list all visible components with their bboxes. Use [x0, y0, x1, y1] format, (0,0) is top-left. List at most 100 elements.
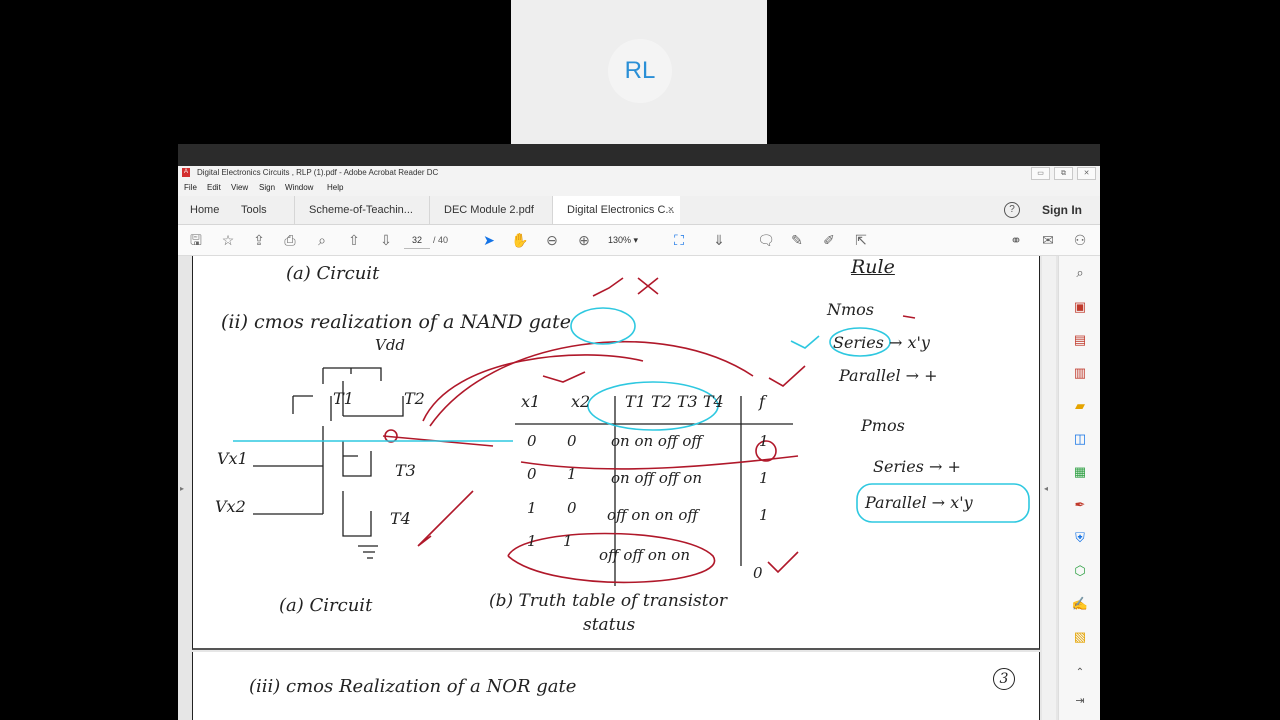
tt-header-x2: x2 — [571, 392, 591, 411]
page-up-icon[interactable]: ⇧ — [344, 231, 364, 249]
title-nand-realization: (ii) cmos realization of a NAND gate — [221, 311, 571, 333]
page-number-circle: 3 — [993, 668, 1015, 690]
tt-r4-x1: 1 — [527, 532, 537, 550]
tt-r2-x1: 0 — [527, 465, 537, 483]
share-top-bar — [178, 144, 1100, 166]
rule-nmos: Nmos — [827, 300, 875, 319]
tab-doc-scheme-label: Scheme-of-Teachin... — [309, 204, 413, 216]
caption-a-circuit: (a) Circuit — [279, 595, 373, 616]
caption-b-status: status — [583, 615, 636, 635]
link-icon[interactable]: ⚭ — [1006, 231, 1026, 249]
scroll-mode-icon[interactable]: ⇓ — [709, 231, 729, 249]
page-number-input[interactable]: 32 — [404, 232, 430, 249]
expand-pane-icon[interactable]: ⌃ — [1071, 664, 1089, 682]
menu-window[interactable]: Window — [285, 183, 313, 192]
tt-r3-x2: 0 — [567, 499, 577, 517]
menu-edit[interactable]: Edit — [207, 183, 221, 192]
zoom-in-icon[interactable]: ⊕ — [574, 231, 594, 249]
tab-close-icon[interactable]: × — [668, 196, 674, 224]
edit-pdf-icon[interactable]: ▥ — [1071, 364, 1089, 382]
tt-r2-x2: 1 — [567, 465, 577, 483]
more-tools-icon[interactable]: ▧ — [1071, 628, 1089, 646]
collapse-pane-icon[interactable]: ⇥ — [1071, 692, 1089, 710]
zoom-value: 130% — [608, 235, 632, 245]
heading-a-circuit: (a) Circuit — [286, 263, 380, 284]
menu-view[interactable]: View — [231, 183, 248, 192]
page-down-icon[interactable]: ⇩ — [376, 231, 396, 249]
rule-title: Rule — [851, 256, 895, 278]
tab-doc-dec-module-2[interactable]: DEC Module 2.pdf — [429, 196, 551, 224]
label-vdd: Vdd — [375, 336, 406, 354]
label-t3: T3 — [395, 461, 416, 480]
send-for-signature-icon[interactable]: ✍ — [1071, 595, 1089, 613]
tt-header-x1: x1 — [521, 392, 541, 411]
close-window-button[interactable]: ✕ — [1077, 167, 1096, 180]
email-icon[interactable]: ✉ — [1038, 231, 1058, 249]
maximize-button[interactable]: ⧉ — [1054, 167, 1073, 180]
label-t2: T2 — [404, 389, 425, 408]
combine-files-icon[interactable]: ◫ — [1071, 430, 1089, 448]
tab-doc-scheme[interactable]: Scheme-of-Teachin... — [294, 196, 422, 224]
search-icon[interactable]: ⌕ — [312, 231, 332, 249]
bookmark-star-icon[interactable]: ☆ — [218, 231, 238, 249]
label-t1: T1 — [333, 389, 354, 408]
tt-r3-f: 1 — [759, 506, 769, 524]
share-icon[interactable]: ⇱ — [851, 231, 871, 249]
save-icon[interactable]: 🖫 — [186, 231, 206, 249]
help-icon[interactable]: ? — [1004, 202, 1020, 218]
tt-r4-f: 0 — [753, 564, 763, 582]
print-icon[interactable]: ⎙ — [280, 231, 300, 249]
tt-r2-status: on off off on — [611, 469, 703, 487]
document-viewport[interactable]: (a) Circuit (ii) cmos realization of a N… — [178, 256, 1100, 720]
left-panel-toggle-icon[interactable]: ▸ — [180, 484, 184, 493]
optimize-icon[interactable]: ⬡ — [1071, 562, 1089, 580]
export-pdf-icon[interactable]: ▣ — [1071, 298, 1089, 316]
tt-r3-status: off on on off — [607, 506, 699, 524]
hand-icon[interactable]: ✋ — [510, 231, 530, 249]
minimize-button[interactable]: ▭ — [1031, 167, 1050, 180]
tab-doc-dec-label: DEC Module 2.pdf — [444, 204, 534, 216]
caption-b-truth-table: (b) Truth table of transistor — [489, 591, 727, 611]
label-vx2: Vx2 — [215, 497, 246, 516]
sign-in-button[interactable]: Sign In — [1042, 196, 1082, 224]
protect-icon[interactable]: ⛨ — [1071, 529, 1089, 547]
label-t4: T4 — [390, 509, 411, 528]
select-cursor-icon[interactable]: ➤ — [479, 231, 499, 249]
zoom-out-icon[interactable]: ⊖ — [542, 231, 562, 249]
page-total: / 40 — [433, 235, 449, 245]
zoom-select[interactable]: 130% ▾ — [608, 232, 654, 248]
tt-header-f: f — [759, 392, 765, 411]
tt-r3-x1: 1 — [527, 499, 537, 517]
title-nor-realization: (iii) cmos Realization of a NOR gate — [249, 676, 577, 697]
organize-pages-icon[interactable]: ▦ — [1071, 463, 1089, 481]
menu-help[interactable]: Help — [327, 183, 343, 192]
upload-icon[interactable]: ⇪ — [249, 231, 269, 249]
tab-bar: Home Tools Scheme-of-Teachin... DEC Modu… — [178, 196, 1100, 225]
right-tools-pane: ⌕ ▣ ▤ ▥ ▰ ◫ ▦ ✒ ⛨ ⬡ ✍ ▧ ⌃ ⇥ — [1058, 256, 1100, 720]
right-panel-toggle-icon[interactable]: ◂ — [1044, 484, 1048, 493]
tt-r1-status: on on off off — [611, 432, 703, 450]
title-bar: A Digital Electronics Circuits , RLP (1)… — [178, 166, 1100, 180]
pen-icon[interactable]: ✎ — [787, 231, 807, 249]
add-user-icon[interactable]: ⚇ — [1070, 231, 1090, 249]
acrobat-window: A Digital Electronics Circuits , RLP (1)… — [178, 144, 1100, 720]
rule-nmos-parallel: Parallel → + — [839, 366, 938, 385]
rule-nmos-series: Series → x'y — [833, 333, 930, 352]
tt-header-transistors: T1 T2 T3 T4 — [625, 392, 724, 411]
tt-r1-x2: 0 — [567, 432, 577, 450]
menu-sign[interactable]: Sign — [259, 183, 275, 192]
tab-doc-digital-electronics[interactable]: Digital Electronics C... × — [552, 196, 680, 224]
fill-sign-icon[interactable]: ✒ — [1071, 496, 1089, 514]
comment-icon[interactable]: ▰ — [1071, 397, 1089, 415]
tab-home[interactable]: Home — [190, 196, 219, 224]
highlight-icon[interactable]: ✐ — [819, 231, 839, 249]
fit-page-icon[interactable]: ⛶ — [669, 231, 689, 249]
search-icon[interactable]: ⌕ — [1071, 264, 1089, 282]
tab-tools[interactable]: Tools — [241, 196, 267, 224]
tt-r2-f: 1 — [759, 469, 769, 487]
label-vx1: Vx1 — [217, 449, 248, 468]
toolbar: 🖫 ☆ ⇪ ⎙ ⌕ ⇧ ⇩ 32 / 40 ➤ ✋ ⊖ ⊕ 130% ▾ ⛶ ⇓… — [178, 225, 1100, 256]
comment-icon[interactable]: 🗨 — [756, 231, 776, 249]
menu-file[interactable]: File — [184, 183, 197, 192]
create-pdf-icon[interactable]: ▤ — [1071, 331, 1089, 349]
